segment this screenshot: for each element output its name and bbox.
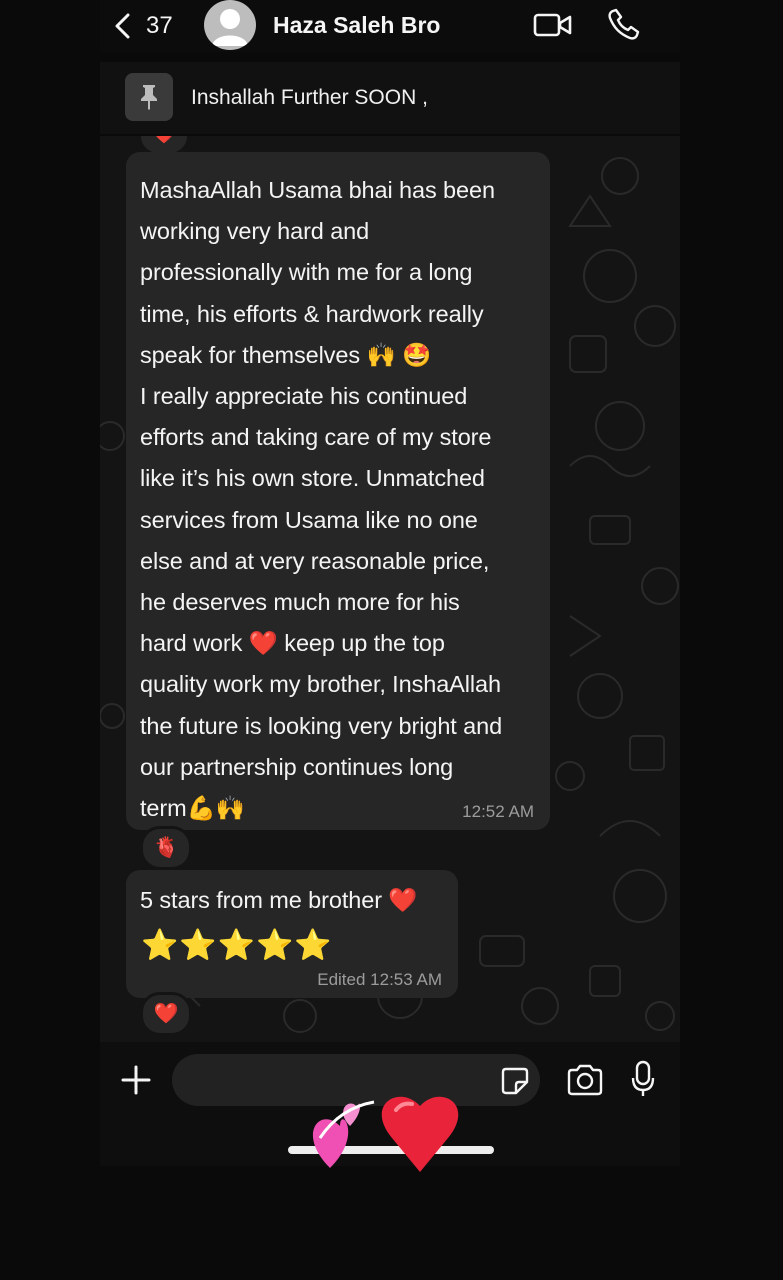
message-bubble[interactable]: MashaAllah Usama bhai has been working v… — [126, 152, 550, 830]
reaction-badge[interactable]: ❤️ — [140, 992, 192, 1036]
message-bubble[interactable]: 5 stars from me brother ❤️ ⭐⭐⭐⭐⭐ Edited … — [126, 870, 458, 998]
back-unread-count[interactable]: 37 — [146, 12, 173, 40]
video-call-icon[interactable] — [533, 10, 573, 40]
avatar[interactable] — [204, 0, 256, 50]
message-text: 5 stars from me brother ❤️ — [140, 887, 418, 913]
chat-header: 37 Haza Saleh Bro — [100, 0, 680, 52]
whatsapp-chat-screen: 37 Haza Saleh Bro Inshallah Further SOON… — [0, 0, 783, 1280]
camera-icon[interactable] — [566, 1064, 604, 1096]
sticker-icon[interactable] — [500, 1066, 530, 1096]
microphone-icon[interactable] — [630, 1060, 656, 1098]
pin-icon — [141, 85, 157, 110]
message-timestamp: 12:52 AM — [462, 802, 534, 821]
avatar-icon — [212, 9, 248, 46]
floating-hearts-sticker — [312, 1096, 459, 1172]
pinned-message-bar[interactable]: Inshallah Further SOON , — [100, 62, 680, 134]
plus-icon[interactable] — [120, 1064, 152, 1096]
pinned-message-text: Inshallah Further SOON , — [191, 86, 428, 109]
back-chevron-icon[interactable] — [112, 12, 134, 40]
message-text: MashaAllah Usama bhai has been working v… — [140, 177, 503, 822]
phone-icon[interactable] — [606, 8, 640, 42]
star-rating: ⭐⭐⭐⭐⭐ — [141, 929, 333, 962]
reaction-badge[interactable]: 🫀 — [140, 826, 192, 870]
message-timestamp: Edited 12:53 AM — [317, 970, 442, 989]
chat-area[interactable]: ❤️ MashaAllah Usama bhai has been workin… — [100, 136, 680, 1042]
contact-name[interactable]: Haza Saleh Bro — [273, 12, 440, 39]
pin-badge — [125, 73, 173, 121]
